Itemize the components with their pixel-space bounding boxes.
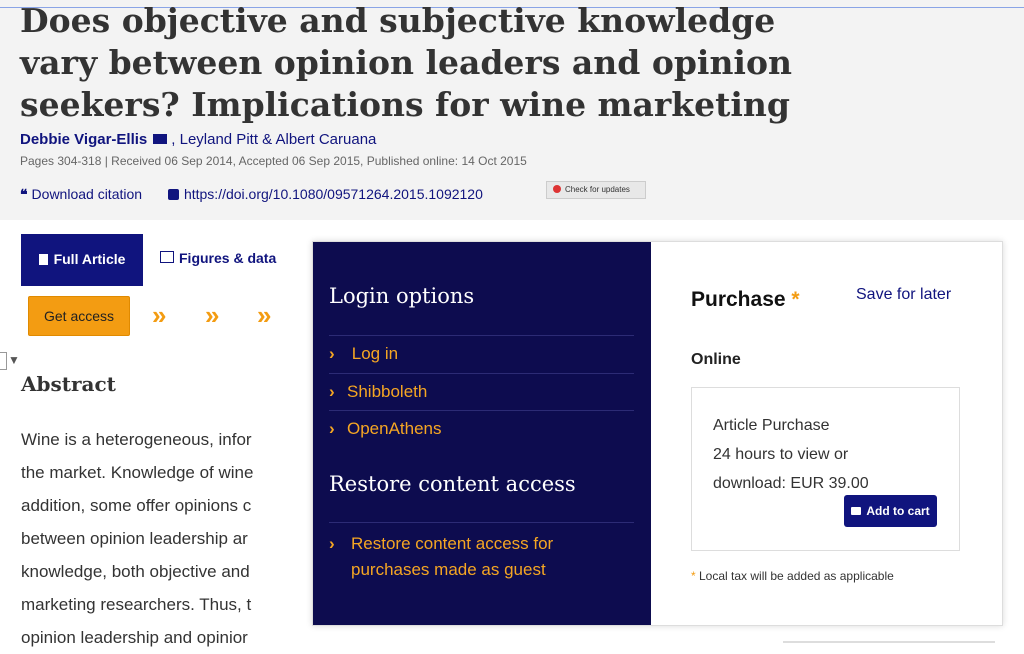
doi-label: https://doi.org/10.1080/09571264.2015.10… — [183, 186, 483, 202]
abstract-line: the market. Knowledge of wine — [21, 463, 254, 482]
purchase-details: Article Purchase 24 hours to view or dow… — [713, 411, 933, 498]
tab-full-article-label: Full Article — [53, 251, 126, 267]
author-rest-links[interactable]: , Leyland Pitt & Albert Caruana — [171, 131, 376, 148]
cart-icon — [851, 507, 862, 515]
shibboleth-link[interactable]: › Shibboleth — [329, 382, 427, 402]
tab-full-article[interactable]: Full Article — [21, 234, 143, 286]
access-dialog: Login options › Log in › Shibboleth › Open… — [312, 241, 1003, 626]
collapse-handle[interactable] — [0, 352, 7, 370]
article-meta: Pages 304-318 | Received 06 Sep 2014, Ac… — [20, 154, 527, 168]
restore-access-link[interactable]: › Restore content access for purchases ma… — [329, 531, 591, 583]
chevron-right-icon: » — [152, 300, 167, 330]
abstract-heading: Abstract — [21, 372, 116, 396]
triangle-down-icon[interactable]: ▼ — [8, 353, 20, 367]
document-icon — [38, 254, 48, 265]
save-for-later-link[interactable]: Save for later — [856, 286, 951, 304]
openathens-link[interactable]: › OpenAthens — [329, 419, 442, 439]
chevron-right-icon: › — [329, 382, 335, 401]
author-lead-link[interactable]: Debbie Vigar-Ellis — [20, 131, 147, 148]
tab-figures-data[interactable]: Figures & data — [160, 250, 276, 266]
divider — [329, 410, 634, 411]
abstract-line: opinion leadership and opinior — [21, 628, 248, 647]
tax-note-text: Local tax will be added as applicable — [695, 569, 894, 583]
shibboleth-label: Shibboleth — [347, 382, 428, 401]
abstract-line: addition, some offer opinions c — [21, 496, 252, 515]
add-to-cart-button[interactable]: Add to cart — [844, 495, 937, 527]
external-link-icon — [167, 189, 179, 200]
article-title: Does objective and subjective knowledge … — [20, 1, 792, 124]
doi-link[interactable]: https://doi.org/10.1080/09571264.2015.10… — [167, 186, 483, 202]
check-updates-label: Check for updates — [565, 185, 630, 194]
envelope-icon[interactable] — [153, 134, 168, 144]
restore-access-label: Restore content access for purchases mad… — [351, 534, 554, 579]
purchase-line: 24 hours to view or — [713, 446, 849, 463]
restore-access-title: Restore content access — [329, 472, 576, 496]
add-to-cart-label: Add to cart — [866, 504, 930, 518]
login-options-panel: Login options › Log in › Shibboleth › Open… — [313, 242, 651, 625]
purchase-title: Purchase — [691, 288, 786, 311]
tax-note: * Local tax will be added as applicable — [691, 569, 894, 583]
abstract-line: Wine is a heterogeneous, infor — [21, 430, 252, 449]
crossmark-icon — [553, 185, 561, 193]
chevron-right-icon: » — [257, 300, 272, 330]
required-star: * — [791, 288, 800, 311]
article-purchase-card: Article Purchase 24 hours to view or dow… — [691, 387, 960, 551]
openathens-label: OpenAthens — [347, 419, 442, 438]
image-icon — [160, 251, 174, 263]
chevron-right-icon: › — [329, 344, 335, 363]
divider — [329, 335, 634, 336]
divider — [329, 522, 634, 523]
abstract-line: between opinion leadership ar — [21, 529, 248, 548]
chevron-right-icon: » — [205, 300, 220, 330]
abstract-line: knowledge, both objective and — [21, 562, 250, 581]
check-for-updates-button[interactable]: Check for updates — [546, 181, 646, 199]
divider — [783, 641, 995, 643]
chevron-right-icon: › — [329, 419, 335, 438]
login-options-title: Login options — [329, 284, 475, 308]
get-access-button[interactable]: Get access — [28, 296, 130, 336]
download-citation-label: Download citation — [31, 186, 143, 202]
purchase-line: Article Purchase — [713, 417, 830, 434]
online-label: Online — [691, 351, 741, 368]
download-citation-link[interactable]: ❝ Download citation — [20, 186, 142, 202]
author-list: Debbie Vigar-Ellis , Leyland Pitt & Alber… — [20, 131, 376, 148]
login-label: Log in — [351, 344, 399, 363]
abstract-line: marketing researchers. Thus, t — [21, 595, 252, 614]
purchase-heading: Purchase * — [691, 288, 800, 312]
divider — [329, 373, 634, 374]
article-links: ❝ Download citation https://doi.org/10.10… — [20, 186, 505, 203]
abstract-text: Wine is a heterogeneous, infor the marke… — [21, 423, 283, 654]
login-link[interactable]: › Log in — [329, 344, 398, 364]
quote-icon: ❝ — [20, 186, 28, 202]
tab-figures-data-label: Figures & data — [179, 250, 277, 266]
purchase-price: download: EUR 39.00 — [713, 475, 869, 492]
chevron-right-icon: › — [329, 534, 335, 553]
